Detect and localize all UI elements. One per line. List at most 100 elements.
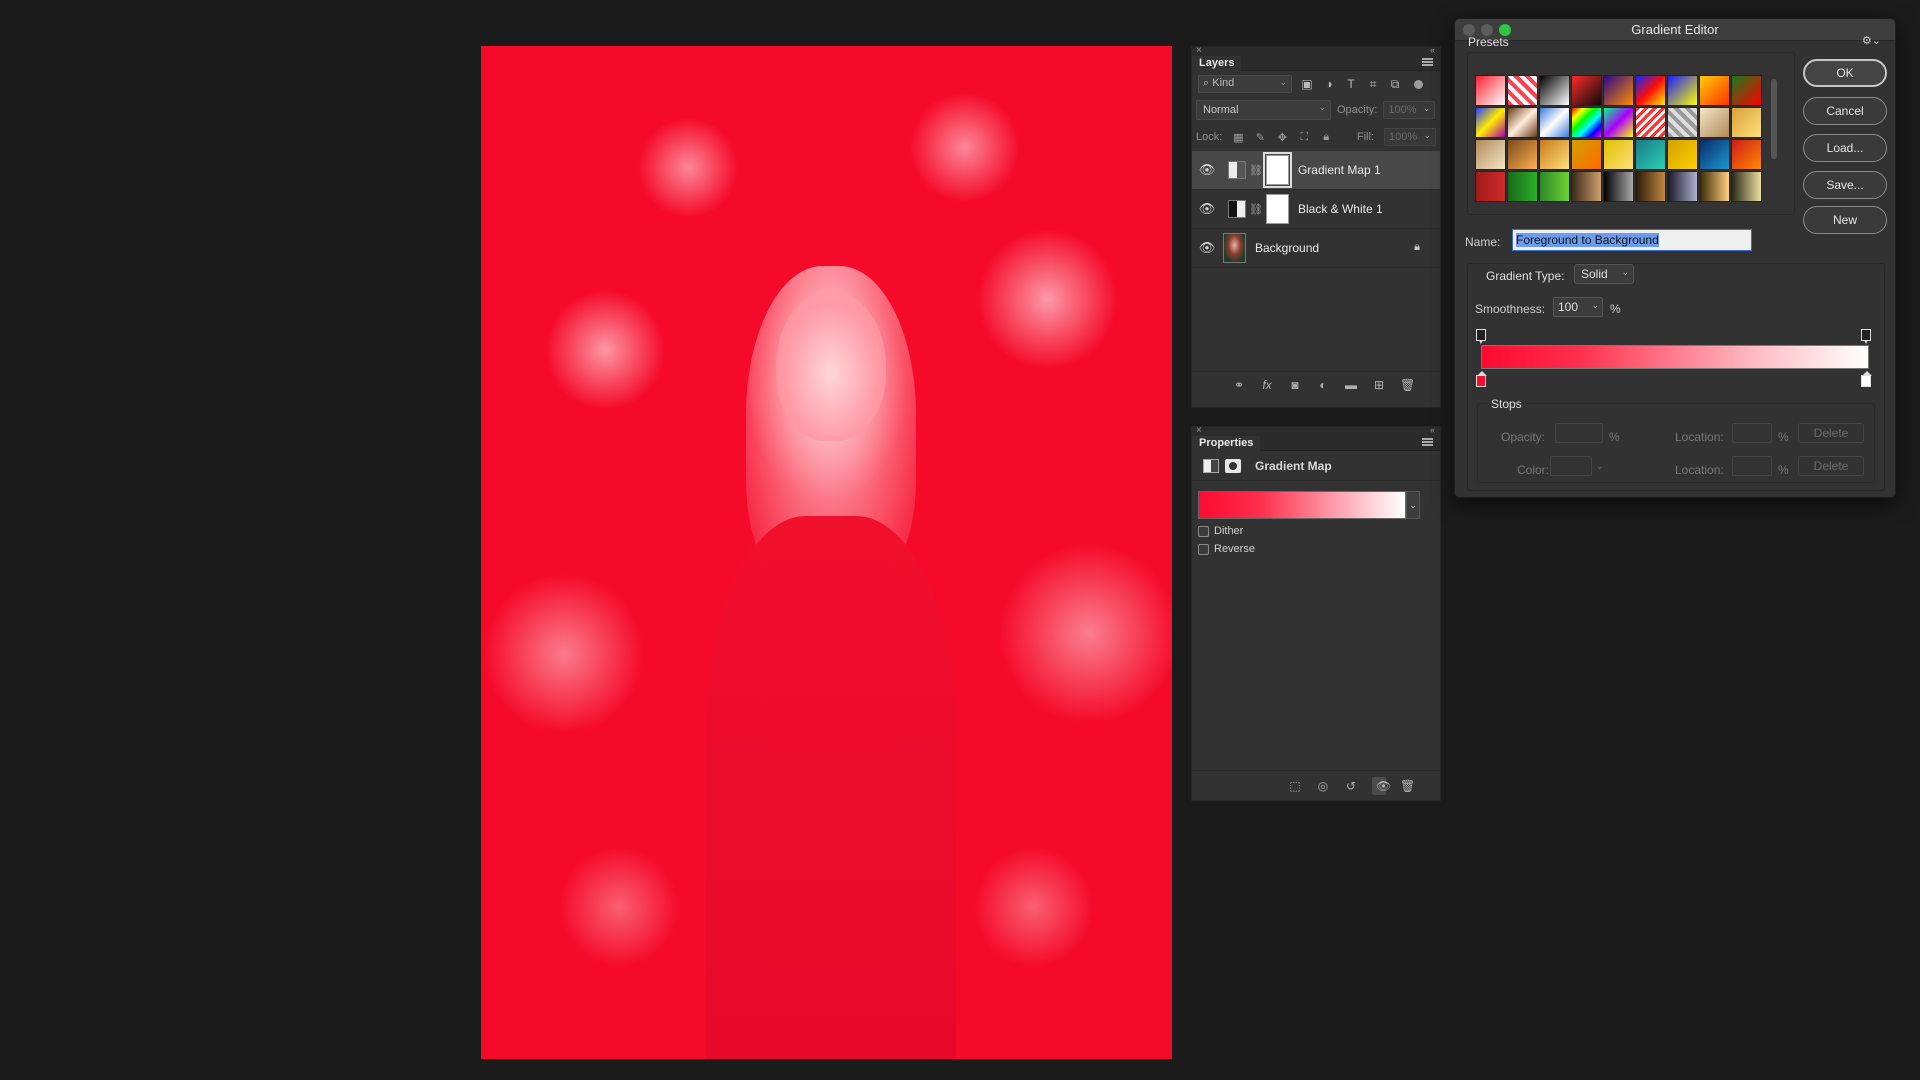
preset-swatch[interactable] bbox=[1731, 75, 1762, 106]
ok-button[interactable]: OK bbox=[1803, 59, 1887, 87]
kind-filter-select[interactable]: ⌕ Kind ⌄ bbox=[1198, 75, 1292, 93]
preset-swatch[interactable] bbox=[1571, 139, 1602, 170]
preset-swatch[interactable] bbox=[1507, 171, 1538, 202]
name-input[interactable]: Foreground to Background bbox=[1512, 229, 1752, 251]
color-stop-left[interactable] bbox=[1476, 371, 1487, 387]
save-button[interactable]: Save... bbox=[1803, 171, 1887, 199]
panel-menu-icon[interactable] bbox=[1422, 438, 1433, 446]
close-icon[interactable]: × bbox=[1196, 425, 1202, 436]
preset-swatch[interactable] bbox=[1635, 107, 1666, 138]
panel-menu-icon[interactable] bbox=[1422, 58, 1433, 66]
preset-swatch[interactable] bbox=[1571, 75, 1602, 106]
preset-swatch[interactable] bbox=[1539, 139, 1570, 170]
gradient-bar[interactable] bbox=[1481, 345, 1869, 369]
preset-swatch[interactable] bbox=[1539, 171, 1570, 202]
collapse-icon[interactable]: ‹‹ bbox=[1430, 45, 1435, 55]
preset-swatch[interactable] bbox=[1635, 75, 1666, 106]
filter-toggle-icon[interactable] bbox=[1414, 79, 1423, 89]
dither-option[interactable]: Dither bbox=[1198, 525, 1440, 537]
background-thumbnail[interactable] bbox=[1223, 233, 1246, 263]
preset-swatch[interactable] bbox=[1571, 171, 1602, 202]
opacity-stop-left[interactable] bbox=[1476, 329, 1486, 344]
delete-opacity-stop-button[interactable]: Delete bbox=[1798, 423, 1864, 443]
preset-swatch[interactable] bbox=[1539, 107, 1570, 138]
preset-swatch[interactable] bbox=[1635, 171, 1666, 202]
tab-layers[interactable]: Layers bbox=[1192, 56, 1242, 71]
load-button[interactable]: Load... bbox=[1803, 134, 1887, 162]
link-chain-icon[interactable]: ⛓︎ bbox=[1249, 203, 1263, 216]
preset-swatch[interactable] bbox=[1699, 75, 1730, 106]
blend-mode-select[interactable]: Normal ⌄ bbox=[1196, 100, 1331, 120]
preset-swatch[interactable] bbox=[1603, 139, 1634, 170]
lock-image-brush-icon[interactable]: ✎ bbox=[1254, 131, 1266, 144]
new-adjustment-layer-icon[interactable]: ◐ bbox=[1316, 378, 1330, 392]
black-white-adjustment-icon[interactable] bbox=[1228, 200, 1246, 218]
opacity-input[interactable]: 100% ⌄ bbox=[1383, 101, 1436, 119]
lock-artboard-icon[interactable]: ⛶ bbox=[1298, 131, 1310, 144]
preset-swatch[interactable] bbox=[1699, 171, 1730, 202]
preset-swatch[interactable] bbox=[1667, 171, 1698, 202]
view-previous-state-icon[interactable]: ◎ bbox=[1316, 779, 1330, 793]
trash-icon[interactable]: 🗑︎ bbox=[1400, 779, 1415, 793]
preset-swatch[interactable] bbox=[1475, 139, 1506, 170]
layer-mask-thumbnail[interactable] bbox=[1265, 194, 1289, 224]
visibility-eye-icon[interactable]: 👁︎ bbox=[1372, 776, 1391, 795]
gradient-map-adjustment-icon[interactable] bbox=[1228, 161, 1246, 179]
preset-swatch[interactable] bbox=[1475, 171, 1506, 202]
presets-scrollbar[interactable] bbox=[1771, 79, 1777, 159]
gear-icon[interactable]: ⚙⌄ bbox=[1862, 34, 1881, 47]
preset-swatch[interactable] bbox=[1635, 139, 1666, 170]
opacity-location-input[interactable] bbox=[1732, 423, 1772, 443]
layer-name[interactable]: Black & White 1 bbox=[1298, 202, 1383, 216]
color-stop-right[interactable] bbox=[1861, 371, 1872, 387]
chevron-down-icon[interactable]: ⌄ bbox=[1406, 491, 1420, 519]
smoothness-input[interactable]: 100 ⌄ bbox=[1553, 297, 1603, 317]
visibility-eye-icon[interactable]: 👁︎ bbox=[1192, 240, 1222, 256]
delete-color-stop-button[interactable]: Delete bbox=[1798, 456, 1864, 476]
visibility-eye-icon[interactable]: 👁︎ bbox=[1192, 162, 1222, 178]
preset-swatch[interactable] bbox=[1603, 107, 1634, 138]
gradient-type-select[interactable]: Solid ⌄ bbox=[1574, 264, 1634, 284]
add-mask-icon[interactable]: ◙ bbox=[1288, 378, 1302, 392]
close-icon[interactable]: × bbox=[1196, 45, 1202, 56]
fill-input[interactable]: 100% ⌄ bbox=[1384, 128, 1436, 146]
trash-icon[interactable]: 🗑︎ bbox=[1400, 378, 1415, 392]
preset-swatch[interactable] bbox=[1731, 139, 1762, 170]
cancel-button[interactable]: Cancel bbox=[1803, 97, 1887, 125]
reset-icon[interactable]: ↺ bbox=[1344, 779, 1358, 793]
adjustment-filter-icon[interactable]: ◑ bbox=[1322, 77, 1336, 91]
color-location-input[interactable] bbox=[1732, 456, 1772, 476]
pixel-filter-icon[interactable]: ▣ bbox=[1300, 77, 1314, 91]
lock-all-icon[interactable]: 🔒︎ bbox=[1320, 131, 1332, 144]
shape-filter-icon[interactable]: ⌗ bbox=[1366, 77, 1380, 91]
opacity-stop-right[interactable] bbox=[1861, 329, 1871, 344]
preset-swatch[interactable] bbox=[1507, 139, 1538, 170]
new-group-folder-icon[interactable]: ▬ bbox=[1344, 378, 1358, 392]
preset-swatch[interactable] bbox=[1667, 107, 1698, 138]
layer-row-black-white[interactable]: 👁︎ ⛓︎ Black & White 1 bbox=[1192, 190, 1440, 229]
stop-color-swatch[interactable] bbox=[1550, 456, 1592, 476]
new-layer-icon[interactable]: ⊞ bbox=[1372, 378, 1386, 392]
lock-transparent-icon[interactable]: ▦ bbox=[1232, 131, 1244, 144]
new-button[interactable]: New bbox=[1803, 206, 1887, 234]
preset-swatch[interactable] bbox=[1731, 107, 1762, 138]
preset-swatch[interactable] bbox=[1507, 107, 1538, 138]
preset-swatch[interactable] bbox=[1731, 171, 1762, 202]
reverse-checkbox[interactable] bbox=[1198, 543, 1209, 555]
preset-swatch[interactable] bbox=[1667, 75, 1698, 106]
gradient-preview[interactable] bbox=[1198, 491, 1406, 519]
layer-name[interactable]: Gradient Map 1 bbox=[1298, 163, 1381, 177]
document-canvas-image[interactable] bbox=[481, 46, 1172, 1059]
link-layers-icon[interactable]: ⚭ bbox=[1232, 378, 1246, 392]
preset-swatch[interactable] bbox=[1539, 75, 1570, 106]
layer-row-gradient-map[interactable]: 👁︎ ⛓︎ Gradient Map 1 bbox=[1192, 151, 1440, 190]
type-filter-icon[interactable]: T bbox=[1344, 77, 1358, 91]
lock-position-move-icon[interactable]: ✥ bbox=[1276, 131, 1288, 144]
preset-swatch[interactable] bbox=[1699, 139, 1730, 170]
preset-swatch[interactable] bbox=[1603, 75, 1634, 106]
layer-lock-icon[interactable]: 🔒︎ bbox=[1414, 241, 1420, 254]
preset-swatch[interactable] bbox=[1603, 171, 1634, 202]
gradient-map-adjustment-icon[interactable] bbox=[1203, 458, 1219, 473]
reverse-option[interactable]: Reverse bbox=[1198, 543, 1440, 555]
stop-opacity-input[interactable] bbox=[1555, 423, 1603, 443]
